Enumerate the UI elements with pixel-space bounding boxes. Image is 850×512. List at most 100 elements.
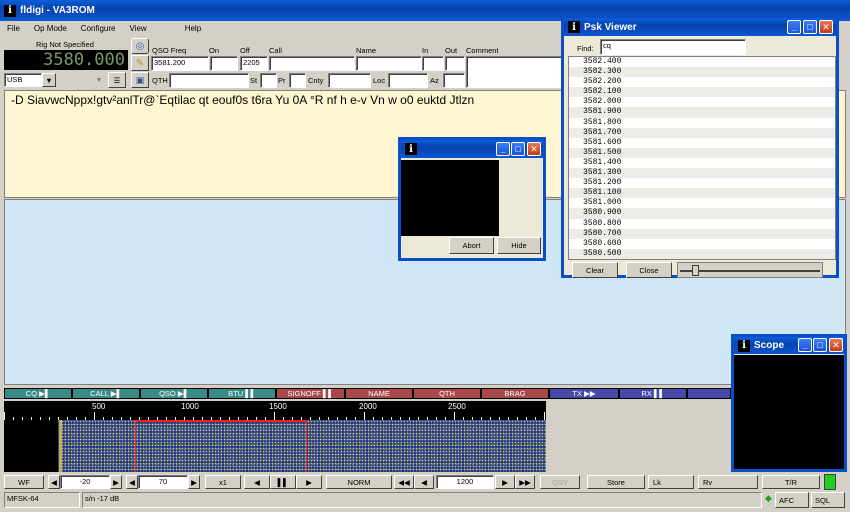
- frequency-row[interactable]: 3582.100: [569, 87, 835, 98]
- status-mode[interactable]: MFSK-64: [4, 492, 80, 508]
- range-up[interactable]: ▶: [188, 475, 200, 489]
- cursor-right[interactable]: ▶: [495, 475, 515, 489]
- slider-thumb[interactable]: [692, 265, 699, 276]
- frequency-row[interactable]: 3582.000: [569, 97, 835, 108]
- store-button[interactable]: Store: [587, 475, 645, 489]
- frequency-row[interactable]: 3581.300: [569, 168, 835, 179]
- maximize-button[interactable]: □: [813, 338, 827, 352]
- macro-qso-button[interactable]: QSO ▶▌: [140, 388, 208, 399]
- maximize-button[interactable]: □: [803, 20, 817, 34]
- close-list-button[interactable]: Close: [626, 262, 672, 278]
- scroll-left-button[interactable]: ◀: [244, 475, 270, 489]
- hide-button[interactable]: Hide: [497, 237, 541, 254]
- speed-button[interactable]: NORM: [326, 475, 392, 489]
- frequency-row[interactable]: 3581.500: [569, 147, 835, 158]
- mode-dropdown-button[interactable]: ▼: [42, 73, 56, 87]
- clear-button[interactable]: Clear: [572, 262, 618, 278]
- frequency-row[interactable]: 3580.600: [569, 238, 835, 249]
- minimize-button[interactable]: _: [787, 20, 801, 34]
- clear-qso-button[interactable]: ✎: [131, 55, 149, 71]
- frequency-row[interactable]: 3582.200: [569, 77, 835, 88]
- menu-op-mode[interactable]: Op Mode: [27, 22, 74, 36]
- menu-help[interactable]: Help: [178, 22, 208, 36]
- sql-toggle[interactable]: SQL: [811, 492, 845, 508]
- name-field[interactable]: [356, 56, 422, 71]
- macro-extra-button[interactable]: [687, 388, 731, 399]
- pause-button[interactable]: ▌▌: [270, 475, 296, 489]
- rst-out-field[interactable]: [445, 56, 465, 71]
- off-time-field[interactable]: 2205: [240, 56, 268, 71]
- ref-level-field[interactable]: -20: [60, 475, 110, 489]
- frequency-row[interactable]: 3581.400: [569, 157, 835, 169]
- azimuth-field[interactable]: [443, 73, 465, 88]
- qth-field[interactable]: [169, 73, 249, 88]
- frequency-row[interactable]: 3580.800: [569, 218, 835, 229]
- mode-select[interactable]: USB: [4, 73, 42, 87]
- macro-tx-button[interactable]: TX ▶▶: [549, 388, 619, 399]
- frequency-row[interactable]: 3581.900: [569, 107, 835, 118]
- scroll-right-button[interactable]: ▶: [296, 475, 322, 489]
- close-button[interactable]: ✕: [819, 20, 833, 34]
- on-time-field[interactable]: [210, 56, 238, 71]
- minimize-button[interactable]: _: [798, 338, 812, 352]
- country-field[interactable]: [328, 73, 371, 88]
- frequency-row[interactable]: 3582.300: [569, 67, 835, 78]
- frequency-row[interactable]: 3581.100: [569, 188, 835, 199]
- afc-toggle[interactable]: AFC: [775, 492, 809, 508]
- frequency-list[interactable]: 3582.400 3582.300 3582.200 3582.100 3582.000…: [568, 56, 836, 260]
- frequency-row[interactable]: 3581.600: [569, 137, 835, 148]
- rig-list-button[interactable]: ☰: [108, 72, 126, 88]
- cursor-fast-right[interactable]: ▶▶: [515, 475, 535, 489]
- menu-configure[interactable]: Configure: [74, 22, 123, 36]
- macro-qth-button[interactable]: QTH: [413, 388, 481, 399]
- maximize-button[interactable]: □: [511, 142, 525, 156]
- cursor-left[interactable]: ◀: [414, 475, 434, 489]
- close-button[interactable]: ✕: [829, 338, 843, 352]
- frequency-row[interactable]: 3580.900: [569, 208, 835, 219]
- frequency-row[interactable]: 3581.700: [569, 127, 835, 138]
- call-field[interactable]: [269, 56, 355, 71]
- log-lookup-button[interactable]: ◎: [131, 38, 149, 54]
- qso-freq-field[interactable]: 3581.200: [151, 56, 209, 71]
- province-field[interactable]: [289, 73, 306, 88]
- frequency-row[interactable]: 3581.800: [569, 117, 835, 128]
- lock-toggle[interactable]: Lk: [648, 475, 694, 489]
- macro-call-button[interactable]: CALL ▶▌: [72, 388, 140, 399]
- reverse-toggle[interactable]: Rv: [698, 475, 758, 489]
- close-button[interactable]: ✕: [527, 142, 541, 156]
- rst-in-field[interactable]: [422, 56, 444, 71]
- frequency-row[interactable]: 3581.200: [569, 178, 835, 189]
- waterfall-mode-button[interactable]: WF: [4, 475, 44, 489]
- frequency-row[interactable]: 3580.700: [569, 228, 835, 239]
- macro-signoff-button[interactable]: SIGNOFF ▌▌: [276, 388, 345, 399]
- abort-button[interactable]: Abort: [449, 237, 494, 254]
- macro-cq-button[interactable]: CQ ▶▌: [4, 388, 72, 399]
- macro-btu-button[interactable]: BTU ▌▌: [208, 388, 276, 399]
- macro-rx-button[interactable]: RX ▌▌: [619, 388, 687, 399]
- locator-field[interactable]: [388, 73, 428, 88]
- frequency-row[interactable]: 3581.000: [569, 198, 835, 209]
- range-down[interactable]: ◀: [126, 475, 138, 489]
- qsy-button[interactable]: QSY: [540, 475, 580, 489]
- range-field[interactable]: 70: [138, 475, 188, 489]
- ref-level-up[interactable]: ▶: [110, 475, 122, 489]
- frequency-row[interactable]: 3582.400: [569, 57, 835, 68]
- ref-level-down[interactable]: ◀: [48, 475, 60, 489]
- save-log-button[interactable]: ▣: [131, 72, 149, 88]
- cursor-freq-field[interactable]: 1200: [436, 475, 494, 489]
- state-field[interactable]: [260, 73, 277, 88]
- tr-button[interactable]: T/R: [762, 475, 820, 489]
- menu-file[interactable]: File: [0, 22, 27, 36]
- menu-view[interactable]: View: [122, 22, 153, 36]
- bandwidth-dropdown-icon[interactable]: ▼: [92, 73, 106, 87]
- find-input[interactable]: cq: [600, 39, 746, 55]
- zoom-button[interactable]: x1: [205, 475, 241, 489]
- squelch-slider[interactable]: [677, 262, 823, 278]
- macro-name-button[interactable]: NAME: [345, 388, 413, 399]
- frequency-row[interactable]: 3580.500: [569, 248, 835, 259]
- minimize-button[interactable]: _: [496, 142, 510, 156]
- waterfall-display[interactable]: [4, 420, 546, 472]
- comment-field[interactable]: [466, 56, 562, 88]
- cursor-fast-left[interactable]: ◀◀: [394, 475, 414, 489]
- frequency-display[interactable]: 3580.000: [4, 50, 128, 70]
